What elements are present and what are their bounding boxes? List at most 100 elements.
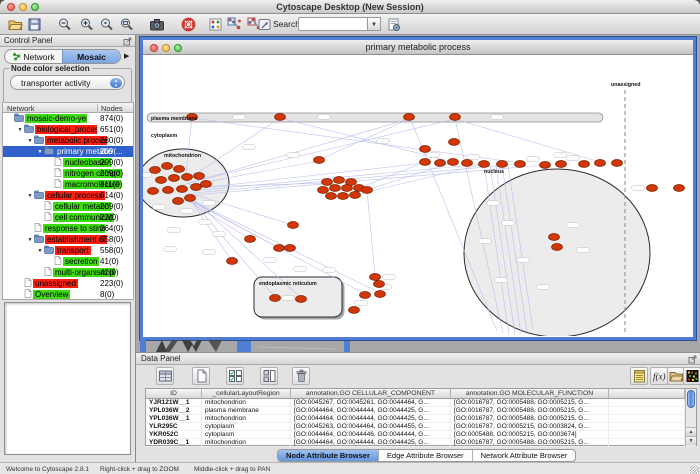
table-cell[interactable]: YKR052C <box>146 431 202 439</box>
tree-row-secretion[interactable]: secretion41(0) <box>3 256 133 267</box>
network-node[interactable] <box>674 185 685 192</box>
open-session-button[interactable] <box>6 16 24 33</box>
table-row[interactable]: YPL036W__2plasma membrane[GO:0044464, GO… <box>146 407 685 415</box>
network-node[interactable] <box>450 114 461 121</box>
matrix-view-button[interactable] <box>683 367 700 385</box>
network-node[interactable] <box>647 185 658 192</box>
search-dropdown-arrow[interactable]: ▼ <box>368 17 381 31</box>
snapshot-button[interactable] <box>148 16 166 33</box>
network-window-minimize-button[interactable] <box>162 44 170 52</box>
save-session-button[interactable] <box>25 16 43 33</box>
network-node[interactable] <box>360 292 371 299</box>
annotation-button[interactable] <box>255 16 273 33</box>
column-header[interactable]: annotation.GO MOLECULAR_FUNCTION <box>451 389 609 399</box>
network-node[interactable] <box>274 245 285 252</box>
network-node[interactable] <box>330 185 341 192</box>
table-cell[interactable]: YJR121W__1 <box>146 399 202 407</box>
tab-node-attribute-browser[interactable]: Node Attribute Browser <box>278 450 379 461</box>
network-node[interactable] <box>296 296 307 303</box>
network-node[interactable] <box>275 114 286 121</box>
network-node[interactable] <box>288 222 299 229</box>
network-node[interactable] <box>169 175 180 182</box>
network-node[interactable] <box>245 236 256 243</box>
table-cell[interactable]: YPL036W__1 <box>146 415 202 423</box>
table-cell[interactable]: [GO:0016787, GO:0005488, GO:0005215, G..… <box>451 415 609 423</box>
network-node[interactable] <box>370 274 381 281</box>
tree-row-unassigned[interactable]: unassigned223(0) <box>3 278 133 289</box>
help-button[interactable] <box>179 16 197 33</box>
table-cell[interactable] <box>609 439 685 447</box>
scroll-down-arrow[interactable]: ▼ <box>686 436 696 445</box>
tree-row-overview[interactable]: Overview8(0) <box>3 289 133 300</box>
notes-button[interactable] <box>630 367 648 385</box>
tree-row-multi-organism-pro[interactable]: multi-organism pro42(0) <box>3 267 133 278</box>
table-cell[interactable] <box>609 407 685 415</box>
network-node[interactable] <box>448 159 459 166</box>
node-color-dropdown[interactable]: transporter activity ▲▼ <box>10 75 125 90</box>
expand-arrow-icon[interactable]: ▼ <box>26 193 34 199</box>
network-node[interactable] <box>227 258 238 265</box>
expand-arrow-icon[interactable]: ▼ <box>26 138 34 144</box>
network-node[interactable] <box>322 179 333 186</box>
table-cell[interactable]: [GO:0045267, GO:0045261, GO:0044464, G..… <box>291 399 451 407</box>
float-data-panel-icon[interactable] <box>688 355 697 364</box>
network-node[interactable] <box>449 139 460 146</box>
column-header[interactable]: annotation.GO CELLULAR_COMPONENT <box>291 389 451 399</box>
network-node[interactable] <box>173 198 184 205</box>
table-cell[interactable]: YLR295C <box>146 423 202 431</box>
network-node[interactable] <box>350 192 361 199</box>
network-node[interactable] <box>318 187 329 194</box>
new-attribute-button[interactable] <box>192 367 210 385</box>
resize-grip-icon[interactable] <box>690 466 699 474</box>
attribute-table-button[interactable] <box>156 367 174 385</box>
table-row[interactable]: YKR052Ccytoplasm[GO:0044464, GO:0044446,… <box>146 431 685 439</box>
table-cell[interactable]: mitochondrion <box>202 415 291 423</box>
network-node[interactable] <box>549 234 560 241</box>
tree-row-biological-process[interactable]: ▼biological_process651(0) <box>3 124 133 135</box>
formula-builder-button[interactable]: f(x) <box>650 367 668 385</box>
close-button[interactable] <box>7 3 15 11</box>
zoom-out-button[interactable] <box>55 16 73 33</box>
network-node[interactable] <box>462 160 473 167</box>
network-node[interactable] <box>479 161 490 168</box>
network-node[interactable] <box>185 195 196 202</box>
delete-attribute-button[interactable] <box>292 367 310 385</box>
table-cell[interactable]: [GO:0044464, GO:0044444, GO:0044425, G..… <box>291 415 451 423</box>
network-node[interactable] <box>362 187 373 194</box>
table-row[interactable]: YPL036W__1mitochondrion[GO:0044464, GO:0… <box>146 415 685 423</box>
tab-mosaic[interactable]: Mosaic <box>62 50 120 63</box>
table-cell[interactable]: [GO:0044464, GO:0044446, GO:0044444, G..… <box>291 431 451 439</box>
tree-row-transport[interactable]: ▼transport558(0) <box>3 245 133 256</box>
edit-network-button-1[interactable] <box>226 16 244 33</box>
tree-row-mosaic-demo-yeast[interactable]: mosaic-demo-yeast874(0) <box>3 113 133 124</box>
network-canvas[interactable]: plasma membranecytoplasmmitochondrionnuc… <box>143 55 693 336</box>
network-window-close-button[interactable] <box>150 44 158 52</box>
tree-row-metabolic-process[interactable]: ▼metabolic process280(0) <box>3 135 133 146</box>
tree-row-establishment-of-lo[interactable]: ▼establishment of lo558(0) <box>3 234 133 245</box>
tab-edge-attribute-browser[interactable]: Edge Attribute Browser <box>379 450 473 461</box>
minimize-button[interactable] <box>19 3 27 11</box>
network-node[interactable] <box>420 146 431 153</box>
table-cell[interactable]: [GO:0005488, GO:0005215, GO:0003674] <box>451 431 609 439</box>
table-cell[interactable] <box>609 423 685 431</box>
network-node[interactable] <box>314 157 325 164</box>
network-window-maximize-button[interactable] <box>174 44 182 52</box>
network-node[interactable] <box>148 188 159 195</box>
table-cell[interactable] <box>609 399 685 407</box>
network-node[interactable] <box>540 162 551 169</box>
table-cell[interactable]: [GO:0016787, GO:0005215, GO:0003824, G..… <box>451 423 609 431</box>
network-node[interactable] <box>435 160 446 167</box>
table-row[interactable]: YJR121W__1mitochondrion[GO:0045267, GO:0… <box>146 399 685 407</box>
tree-row-cellular-process[interactable]: ▼cellular process614(0) <box>3 190 133 201</box>
tab-overflow-arrow[interactable]: ▶ <box>124 52 129 60</box>
table-cell[interactable]: [GO:0016787, GO:0005488, GO:0005215, G..… <box>451 407 609 415</box>
network-node[interactable] <box>163 187 174 194</box>
tree-row-nucleobase-[interactable]: nucleobase-209(0) <box>3 157 133 168</box>
zoom-in-button[interactable] <box>77 16 95 33</box>
network-node[interactable] <box>342 185 353 192</box>
table-cell[interactable]: cytoplasm <box>202 431 291 439</box>
network-node[interactable] <box>497 161 508 168</box>
table-cell[interactable]: mitochondrion <box>202 439 291 447</box>
column-header[interactable]: ID <box>146 389 202 399</box>
table-cell[interactable]: [GO:0016787, GO:0005488, GO:0005215, G..… <box>451 399 609 407</box>
